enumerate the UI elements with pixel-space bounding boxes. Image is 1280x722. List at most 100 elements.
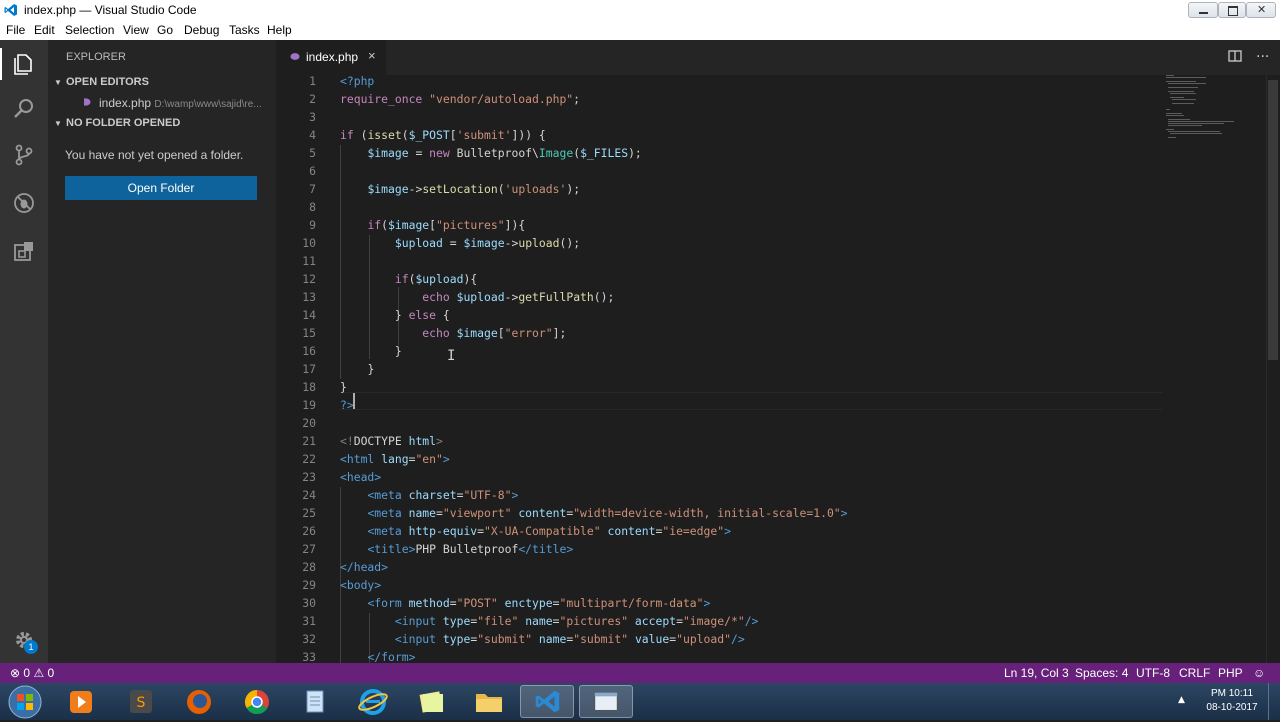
more-actions-icon[interactable]: ··· — [1256, 49, 1269, 65]
minimize-button[interactable] — [1188, 2, 1218, 18]
code-line: 4 if (isset($_POST['submit'])) { — [309, 128, 546, 142]
vscode-logo-icon — [4, 4, 17, 16]
code-line: 12 if($upload){ — [302, 272, 478, 286]
maximize-button[interactable] — [1218, 2, 1246, 18]
tab-label: index.php — [306, 50, 359, 64]
code-line: 21 <!DOCTYPE html> — [302, 434, 443, 448]
taskbar-firefox[interactable] — [172, 685, 226, 718]
menu-selection[interactable]: Selection — [65, 23, 114, 37]
notepad-icon — [306, 690, 324, 713]
indentation[interactable]: Spaces: 4 — [1075, 666, 1128, 680]
vscode-taskbar-icon — [535, 690, 560, 713]
taskbar-sublime[interactable]: S — [114, 685, 168, 718]
taskbar-sticky-notes[interactable] — [404, 685, 458, 718]
window-title: index.php — Visual Studio Code — [24, 3, 197, 17]
close-window-button[interactable]: ✕ — [1246, 2, 1276, 18]
code-line: 3 — [309, 110, 316, 124]
caret-down-icon: ▼ — [54, 119, 62, 128]
warning-count: 0 — [47, 666, 55, 680]
code-line: 28 </head> — [302, 560, 389, 574]
feedback-smiley-icon[interactable]: ☺ — [1253, 666, 1265, 680]
code-line: 9 if($image["pictures"]){ — [309, 218, 526, 232]
code-line: 18} — [302, 380, 347, 394]
firefox-icon — [187, 690, 211, 714]
taskbar-chrome[interactable] — [230, 685, 284, 718]
open-folder-button[interactable]: Open Folder — [65, 176, 257, 200]
php-file-icon — [290, 53, 300, 60]
tab-index-php[interactable]: index.php × — [276, 40, 386, 75]
taskbar-vscode[interactable] — [520, 685, 574, 718]
show-desktop-button[interactable] — [1268, 683, 1280, 720]
show-hidden-icons-icon[interactable]: ▲ — [1178, 695, 1185, 705]
menu-debug[interactable]: Debug — [184, 23, 219, 37]
open-editors-label: OPEN EDITORS — [66, 76, 149, 88]
extensions-icon[interactable] — [12, 239, 36, 263]
code-editor[interactable]: 1 <?php 2 require_once "vendor/autoload.ph… — [276, 75, 1166, 663]
start-button-icon[interactable] — [4, 684, 46, 720]
taskbar-file-explorer[interactable] — [462, 685, 516, 718]
code-line: 33 </form> — [302, 650, 416, 663]
code-line: 11 — [302, 254, 316, 268]
debug-icon[interactable] — [12, 191, 36, 215]
problems-indicator[interactable]: ⊗ 0 ⚠ 0 — [10, 666, 54, 680]
code-line: 6 — [309, 164, 316, 178]
cursor-position[interactable]: Ln 19, Col 3 — [1004, 666, 1069, 680]
code-line: 2 require_once "vendor/autoload.php"; — [309, 92, 581, 106]
tab-close-icon[interactable]: × — [368, 48, 376, 63]
scrollbar-thumb[interactable] — [1268, 80, 1278, 360]
explorer-icon[interactable] — [12, 52, 36, 76]
no-folder-section[interactable]: ▼ NO FOLDER OPENED — [54, 117, 180, 129]
code-line: 15 echo $image["error"]; — [302, 326, 567, 340]
status-bar: ⊗ 0 ⚠ 0 Ln 19, Col 3 Spaces: 4 UTF-8 CRL… — [0, 663, 1280, 683]
code-line: 24 <meta charset="UTF-8"> — [302, 488, 519, 502]
menu-view[interactable]: View — [123, 23, 149, 37]
taskbar-internet-explorer[interactable] — [346, 685, 400, 718]
active-indicator — [0, 48, 2, 80]
code-line: 17 } — [302, 362, 375, 376]
system-clock[interactable]: PM 10:11 08-10-2017 — [1198, 687, 1266, 715]
code-line: 26 <meta http-equiv="X-UA-Compatible" co… — [302, 524, 731, 538]
menu-bar: File Edit Selection View Go Debug Tasks … — [0, 20, 1280, 40]
code-line: 14 } else { — [302, 308, 450, 322]
media-player-icon — [70, 691, 92, 713]
windows-taskbar: S ▲ PM 10:11 08-10-2017 — [0, 683, 1280, 720]
code-line: 13 echo $upload->getFullPath(); — [302, 290, 615, 304]
taskbar-window-app[interactable] — [579, 685, 633, 718]
open-editor-path: D:\wamp\www\sajid\re... — [154, 99, 262, 110]
code-line: 8 — [309, 200, 316, 214]
line-ending[interactable]: CRLF — [1179, 666, 1210, 680]
open-editors-section[interactable]: ▼ OPEN EDITORS — [54, 76, 149, 88]
menu-edit[interactable]: Edit — [34, 23, 55, 37]
code-line: 23 <head> — [302, 470, 382, 484]
code-line: 19 ?> — [302, 398, 354, 412]
application-window-icon — [594, 692, 618, 711]
menu-go[interactable]: Go — [157, 23, 173, 37]
text-cursor — [353, 393, 355, 409]
sublime-text-icon: S — [130, 690, 152, 713]
language-mode[interactable]: PHP — [1218, 666, 1243, 680]
taskbar-notepad[interactable] — [288, 685, 342, 718]
menu-help[interactable]: Help — [267, 23, 292, 37]
menu-tasks[interactable]: Tasks — [229, 23, 260, 37]
folder-icon — [476, 694, 502, 712]
code-line: 10 $upload = $image->upload(); — [302, 236, 581, 250]
split-editor-icon[interactable] — [1228, 49, 1242, 63]
chrome-icon — [244, 690, 269, 715]
warning-icon: ⚠ — [33, 666, 45, 680]
explorer-title: EXPLORER — [66, 51, 126, 63]
minimap[interactable] — [1166, 75, 1266, 663]
code-line: 32 <input type="submit" name="submit" va… — [302, 632, 745, 646]
menu-file[interactable]: File — [6, 23, 25, 37]
search-icon[interactable] — [12, 97, 36, 121]
encoding[interactable]: UTF-8 — [1136, 666, 1170, 680]
open-editor-item[interactable]: index.php D:\wamp\www\sajid\re... — [84, 96, 276, 110]
code-line: 25 <meta name="viewport" content="width=… — [302, 506, 848, 520]
error-count: 0 — [23, 666, 31, 680]
source-control-icon[interactable] — [12, 143, 36, 167]
open-editor-filename: index.php — [99, 96, 152, 110]
code-line: 27 <title>PHP Bulletproof</title> — [302, 542, 574, 556]
code-line: 7 $image->setLocation('uploads'); — [309, 182, 581, 196]
taskbar-media-player[interactable] — [54, 685, 108, 718]
clock-time: PM 10:11 — [1210, 688, 1254, 699]
error-icon: ⊗ — [10, 666, 21, 680]
